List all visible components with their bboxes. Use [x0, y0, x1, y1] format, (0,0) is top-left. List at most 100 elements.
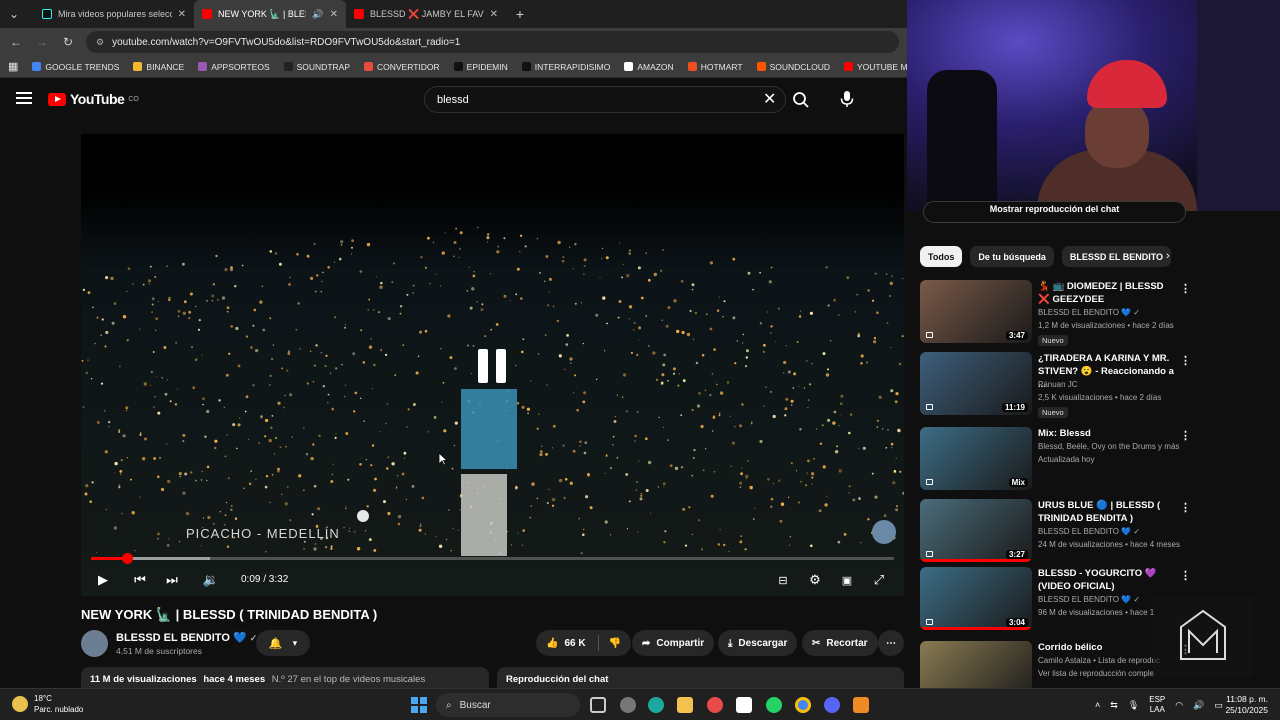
language-indicator[interactable]: ESP LAA [1149, 695, 1165, 715]
more-vertical-icon[interactable]: ⋮ [1180, 429, 1191, 442]
edge-icon[interactable] [648, 697, 664, 713]
bookmark-item[interactable]: INTERRAPIDISIMO [521, 62, 610, 72]
more-vertical-icon[interactable]: ⋮ [1180, 569, 1191, 582]
reload-icon[interactable]: ↻ [60, 35, 76, 49]
search-input[interactable]: blessd [424, 86, 786, 113]
notification-bell-button[interactable]: 🔔 ▾ [256, 630, 310, 656]
crown-logo-icon [1180, 609, 1226, 660]
chevron-right-icon[interactable]: › [1166, 250, 1170, 262]
next-icon[interactable]: ⏭ [162, 570, 182, 590]
gaming-app-icon[interactable] [707, 697, 723, 713]
apps-grid-icon[interactable]: ▦ [8, 60, 18, 73]
browser-tab-jamby[interactable]: BLESSD ❌ JAMBY EL FAVO | 🟡 ✕ [346, 0, 506, 28]
new-badge: Nuevo [1038, 335, 1068, 346]
capcut-icon[interactable] [736, 697, 752, 713]
channel-name[interactable]: BLESSD EL BENDITO 💙 ✓ [116, 631, 257, 644]
miniplayer-icon[interactable]: ▣ [837, 570, 857, 590]
share-button[interactable]: ➦ Compartir [632, 630, 715, 656]
previous-icon[interactable]: ⏮ [130, 570, 150, 590]
new-tab-button[interactable]: + [512, 6, 528, 22]
chip-todos[interactable]: Todos [920, 246, 963, 267]
like-button[interactable]: 👍 66 K 👎 [536, 630, 632, 656]
bookmark-item[interactable]: HOTMART [687, 62, 743, 72]
file-explorer-icon[interactable] [677, 697, 693, 713]
chrome-icon[interactable] [795, 697, 811, 713]
search-icon[interactable] [792, 91, 810, 109]
taskbar-search[interactable]: ⌕ Buscar [436, 693, 580, 717]
settings-app-icon[interactable] [620, 697, 636, 713]
chip-channel[interactable]: BLESSD EL BENDITO [1061, 246, 1172, 267]
show-chat-replay-button[interactable]: Mostrar reproducción del chat [923, 201, 1186, 223]
fullscreen-icon[interactable]: ⤢ [869, 570, 889, 590]
bookmark-item[interactable]: SOUNDCLOUD [756, 62, 830, 72]
forward-icon[interactable]: → [34, 35, 50, 49]
tab-label: NEW YORK 🗽 | BLESSD ( T [218, 8, 306, 19]
recommended-video[interactable]: Mix Mix: Blessd Blessd, Beéle, Ovy on the … [920, 427, 1191, 493]
clip-button[interactable]: ✂ Recortar [802, 630, 878, 656]
chip-from-search[interactable]: De tu búsqueda [970, 246, 1054, 267]
close-tab-icon[interactable]: ✕ [490, 9, 498, 20]
network-icon[interactable]: ⇆ [1110, 700, 1118, 711]
chevron-up-icon[interactable]: ˄ [1095, 700, 1100, 710]
bookmark-label: BINANCE [146, 61, 185, 72]
bookmark-item[interactable]: GOOGLE TRENDS [32, 62, 119, 72]
clear-search-icon[interactable]: ✕ [763, 89, 776, 109]
weather-widget[interactable]: 18°C Parc. nublado [12, 693, 83, 715]
site-info-icon[interactable]: ⚙ [96, 37, 104, 48]
bookmark-item[interactable]: CONVERTIDOR [364, 62, 440, 72]
thumbs-down-icon[interactable]: 👎 [609, 638, 621, 649]
channel-avatar[interactable] [81, 630, 108, 657]
discord-icon[interactable] [824, 697, 840, 713]
whatsapp-icon[interactable] [766, 697, 782, 713]
wifi-icon[interactable]: ◠ [1175, 700, 1183, 711]
video-thumbnail[interactable]: 3:47 [920, 280, 1032, 343]
subtitles-icon[interactable]: ⊟ [773, 570, 793, 590]
more-vertical-icon[interactable]: ⋮ [1180, 354, 1191, 367]
vlc-icon[interactable] [853, 697, 869, 713]
video-thumbnail[interactable]: 11:19 [920, 352, 1032, 415]
more-actions-button[interactable]: ⋯ [878, 630, 904, 656]
bookmark-item[interactable]: APPSORTEOS [198, 62, 270, 72]
video-thumbnail[interactable]: 3:04 [920, 567, 1032, 630]
browser-tab-tiktok[interactable]: Mira videos populares seleccion ✕ [34, 0, 194, 28]
windows-start-icon[interactable] [411, 697, 427, 713]
microphone-icon[interactable] [838, 90, 856, 108]
recommended-video[interactable]: 3:47 💃 📺 DIOMEDEZ | BLESSD ❌ GEEZYDEE BLES… [920, 280, 1191, 346]
task-view-icon[interactable] [590, 697, 606, 713]
video-channel: BLESSD EL BENDITO 💙 ✓ [1038, 527, 1141, 536]
bookmark-item[interactable]: EPIDEMIN [453, 62, 508, 72]
download-icon: ⤓ [728, 637, 733, 649]
video-player[interactable]: PICACHO - MEDELLÍN ▶ ⏮ ⏭ 🔉 0:09 / 3:32 ⊟… [81, 134, 904, 596]
browser-tab-new-york[interactable]: NEW YORK 🗽 | BLESSD ( T 🔊 ✕ [194, 0, 346, 28]
tab-list-button[interactable]: ⌄ [6, 7, 22, 21]
volume-icon[interactable]: 🔉 [201, 570, 221, 590]
video-thumbnail[interactable]: 3:27 [920, 499, 1032, 562]
more-vertical-icon[interactable]: ⋮ [1180, 282, 1191, 295]
recommended-video[interactable]: 11:19 ¿TIRADERA A KARINA Y MR. STIVEN? 😮 … [920, 352, 1191, 418]
bookmark-item[interactable]: SOUNDTRAP [283, 62, 350, 72]
bookmark-item[interactable]: YOUTUBE MUSIC [844, 62, 907, 72]
close-tab-icon[interactable]: ✕ [178, 9, 186, 20]
close-tab-icon[interactable]: ✕ [330, 9, 338, 20]
youtube-logo[interactable]: YouTube CO [48, 91, 139, 107]
channel-watermark[interactable] [872, 520, 896, 544]
microphone-icon[interactable]: 🎙 [1128, 700, 1139, 711]
video-channel: BLESSD EL BENDITO 💙 ✓ [1038, 308, 1141, 317]
bookmark-item[interactable]: BINANCE [133, 62, 184, 72]
video-thumbnail[interactable]: Mix [920, 427, 1032, 490]
pause-overlay-icon[interactable] [478, 349, 508, 383]
settings-gear-icon[interactable]: ⚙ [805, 570, 825, 590]
more-vertical-icon[interactable]: ⋮ [1180, 501, 1191, 514]
recommended-video[interactable]: 3:27 URUS BLUE 🔵 | BLESSD ( TRINIDAD BEND… [920, 499, 1191, 565]
play-icon[interactable]: ▶ [93, 570, 113, 590]
progress-bar[interactable] [91, 553, 894, 564]
back-icon[interactable]: ← [8, 35, 24, 49]
hamburger-menu-icon[interactable] [16, 92, 32, 104]
bookmark-item[interactable]: AMAZON [624, 62, 674, 72]
url-bar[interactable]: ⚙ youtube.com/watch?v=O9FVTwOU5do&list=R… [86, 31, 899, 53]
download-button[interactable]: ⤓ Descargar [718, 630, 798, 656]
system-clock[interactable]: 11:08 p. m. 25/10/2025 [1196, 694, 1268, 716]
recommended-video[interactable]: 3:04 BLESSD - YOGURCITO 💜 (VIDEO OFICIAL)… [920, 567, 1191, 633]
speaker-icon[interactable]: 🔊 [312, 9, 323, 20]
video-channel: Blessd, Beéle, Ovy on the Drums y más [1038, 442, 1180, 451]
